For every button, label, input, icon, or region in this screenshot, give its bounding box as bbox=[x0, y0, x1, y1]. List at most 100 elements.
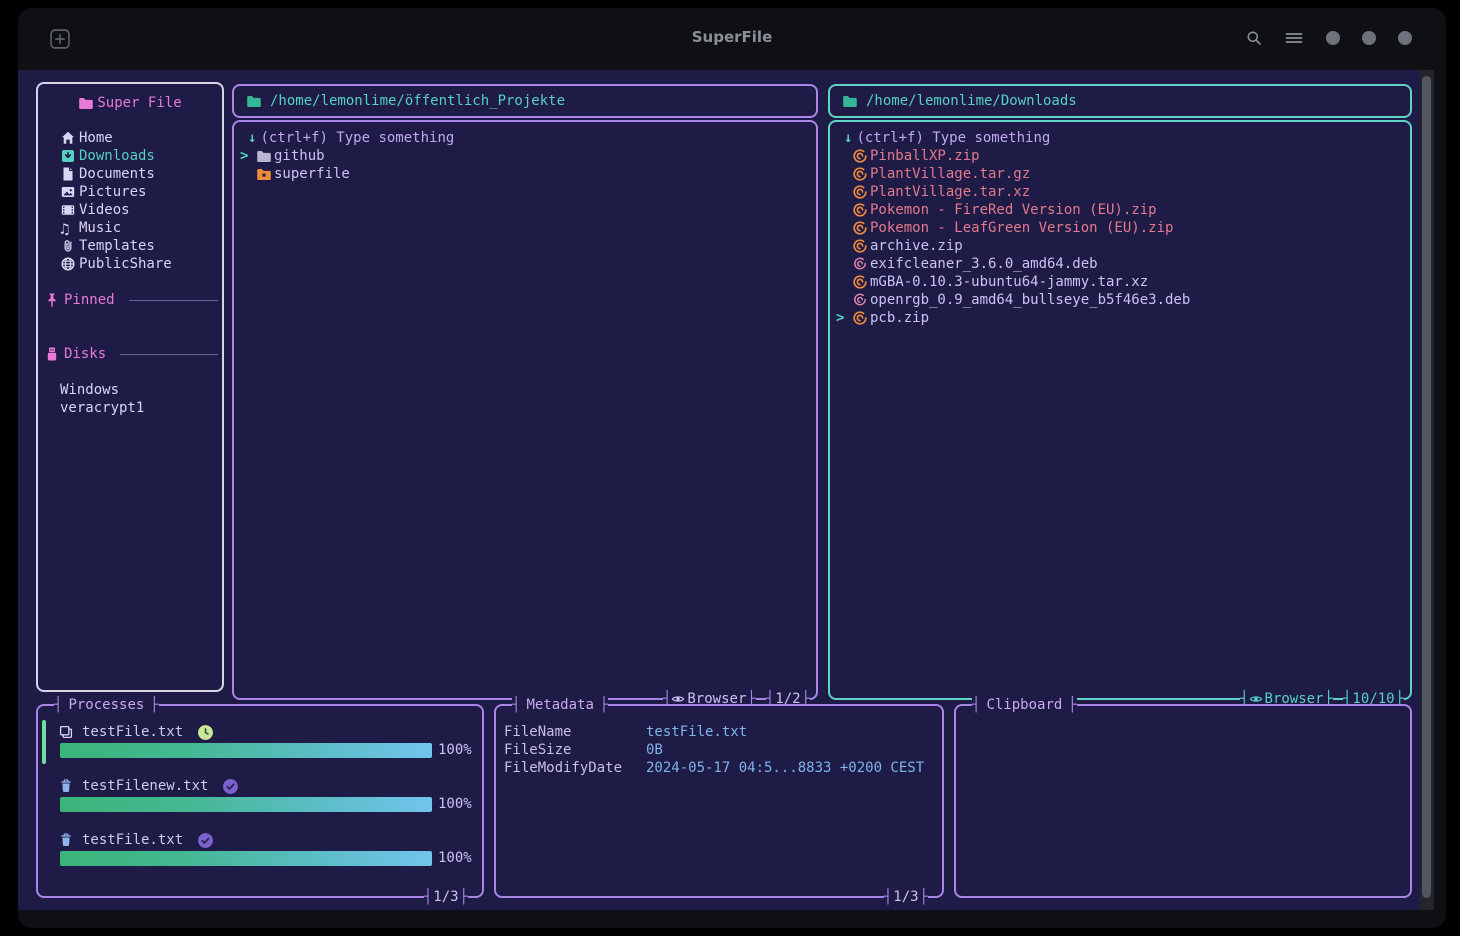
metadata-key: FileModifyDate bbox=[504, 759, 622, 777]
sidebar-item-label: Pictures bbox=[79, 183, 146, 201]
processes-panel[interactable]: Processes testFile.txt 100% testFilenew.… bbox=[36, 704, 484, 898]
file-name: pcb.zip bbox=[870, 309, 929, 327]
downloads-path: /home/lemonlime/Downloads bbox=[866, 93, 1077, 109]
sidebar-item-publicshare[interactable]: PublicShare bbox=[38, 255, 222, 273]
disk-item-veracrypt1[interactable]: veracrypt1 bbox=[38, 399, 222, 417]
progress-percent: 100% bbox=[438, 741, 472, 759]
file-name: github bbox=[274, 147, 325, 165]
sidebar-item-label: Home bbox=[79, 129, 113, 147]
sidebar-item-documents[interactable]: Documents bbox=[38, 165, 222, 183]
sidebar-item-label: Videos bbox=[79, 201, 130, 219]
archive-icon bbox=[852, 220, 868, 236]
deb-icon bbox=[852, 292, 868, 308]
window-control-close[interactable] bbox=[1398, 31, 1412, 45]
file-row[interactable]: PinballXP.zip bbox=[830, 147, 1410, 165]
file-row-selected[interactable]: > pcb.zip bbox=[830, 309, 1410, 327]
search-placeholder: (ctrl+f) Type something bbox=[856, 129, 1050, 147]
file-row[interactable]: openrgb_0.9_amd64_bullseye_b5f46e3.deb bbox=[830, 291, 1410, 309]
sidebar-item-label: Music bbox=[79, 219, 121, 237]
file-name: PlantVillage.tar.gz bbox=[870, 165, 1030, 183]
app-brand: Super File bbox=[38, 94, 222, 112]
sidebar-item-music[interactable]: Music bbox=[38, 219, 222, 237]
file-name: Pokemon - LeafGreen Version (EU).zip bbox=[870, 219, 1173, 237]
downloads-file-panel[interactable]: ↓ (ctrl+f) Type something PinballXP.zip … bbox=[828, 120, 1412, 700]
hamburger-menu-icon bbox=[1284, 30, 1304, 46]
archive-icon bbox=[852, 148, 868, 164]
document-icon bbox=[60, 166, 76, 182]
process-item[interactable]: testFile.txt bbox=[38, 831, 482, 849]
file-name: Pokemon - FireRed Version (EU).zip bbox=[870, 201, 1157, 219]
process-item[interactable]: testFilenew.txt bbox=[38, 777, 482, 795]
process-item[interactable]: testFile.txt bbox=[38, 723, 482, 741]
metadata-panel-title: Metadata bbox=[512, 696, 608, 714]
clipboard-panel[interactable]: Clipboard bbox=[954, 704, 1412, 898]
disks-section-header: Disks bbox=[38, 345, 222, 363]
disk-icon bbox=[44, 346, 60, 362]
teal-folder-icon bbox=[246, 93, 262, 109]
check-icon bbox=[222, 778, 239, 795]
window-control-minimize[interactable] bbox=[1326, 31, 1340, 45]
sidebar-item-videos[interactable]: Videos bbox=[38, 201, 222, 219]
disk-item-windows[interactable]: Windows bbox=[38, 381, 222, 399]
projects-path-bar: /home/lemonlime/öffentlich_Projekte bbox=[232, 84, 818, 118]
downloads-search-bar[interactable]: ↓ (ctrl+f) Type something bbox=[830, 129, 1410, 147]
processes-footer-count: 1/3 bbox=[424, 888, 468, 906]
teal-folder-icon bbox=[842, 93, 858, 109]
sidebar-item-home[interactable]: Home bbox=[38, 129, 222, 147]
progress-bar bbox=[60, 743, 432, 758]
file-name: archive.zip bbox=[870, 237, 963, 255]
disk-label: veracrypt1 bbox=[60, 399, 144, 417]
app-brand-label: Super File bbox=[97, 94, 181, 112]
archive-icon bbox=[852, 274, 868, 290]
disk-label: Windows bbox=[60, 381, 119, 399]
sidebar-item-templates[interactable]: Templates bbox=[38, 237, 222, 255]
projects-search-bar[interactable]: ↓ (ctrl+f) Type something bbox=[234, 129, 816, 147]
home-icon bbox=[60, 130, 76, 146]
sidebar-item-label: PublicShare bbox=[79, 255, 172, 273]
pinned-section-header: Pinned bbox=[38, 291, 222, 309]
trash-icon bbox=[58, 778, 74, 794]
progress-percent: 100% bbox=[438, 849, 472, 867]
border-segment bbox=[756, 698, 766, 700]
file-row[interactable]: PlantVillage.tar.gz bbox=[830, 165, 1410, 183]
file-name: mGBA-0.10.3-ubuntu64-jammy.tar.xz bbox=[870, 273, 1148, 291]
app-window: SuperFile Super File bbox=[18, 8, 1446, 928]
pin-icon bbox=[44, 292, 60, 308]
clipboard-panel-title: Clipboard bbox=[972, 696, 1077, 714]
sidebar-item-label: Templates bbox=[79, 237, 155, 255]
menu-button[interactable] bbox=[1284, 30, 1304, 46]
file-row[interactable]: archive.zip bbox=[830, 237, 1410, 255]
scrollbar-thumb[interactable] bbox=[1422, 76, 1431, 898]
file-row[interactable]: mGBA-0.10.3-ubuntu64-jammy.tar.xz bbox=[830, 273, 1410, 291]
projects-file-panel[interactable]: ↓ (ctrl+f) Type something > github super… bbox=[232, 120, 818, 700]
sidebar-panel[interactable]: Super File Home Downloads Documents Pict… bbox=[36, 82, 224, 692]
metadata-footer-count: 1/3 bbox=[884, 888, 928, 906]
file-row[interactable]: exifcleaner_3.6.0_amd64.deb bbox=[830, 255, 1410, 273]
deb-icon bbox=[852, 256, 868, 272]
metadata-panel[interactable]: Metadata FileName testFile.txt FileSize … bbox=[494, 704, 944, 898]
metadata-value: 2024-05-17 04:5...8833 +0200 CEST bbox=[646, 759, 924, 777]
file-row[interactable]: PlantVillage.tar.xz bbox=[830, 183, 1410, 201]
border-segment bbox=[1333, 698, 1343, 700]
metadata-value: testFile.txt bbox=[646, 723, 747, 741]
file-row[interactable]: Pokemon - LeafGreen Version (EU).zip bbox=[830, 219, 1410, 237]
file-name: exifcleaner_3.6.0_amd64.deb bbox=[870, 255, 1098, 273]
file-row-github[interactable]: > github bbox=[234, 147, 816, 165]
sidebar-item-pictures[interactable]: Pictures bbox=[38, 183, 222, 201]
pinned-section-label: Pinned bbox=[64, 291, 115, 309]
file-name: PinballXP.zip bbox=[870, 147, 980, 165]
clock-icon bbox=[197, 724, 214, 741]
file-row[interactable]: Pokemon - FireRed Version (EU).zip bbox=[830, 201, 1410, 219]
archive-icon bbox=[852, 184, 868, 200]
process-name: testFile.txt bbox=[82, 831, 183, 849]
selection-cursor: > bbox=[240, 147, 252, 165]
metadata-key: FileSize bbox=[504, 741, 571, 759]
file-name: openrgb_0.9_amd64_bullseye_b5f46e3.deb bbox=[870, 291, 1190, 309]
sidebar-item-downloads[interactable]: Downloads bbox=[38, 147, 222, 165]
search-button[interactable] bbox=[1246, 30, 1262, 46]
file-row-superfile[interactable]: superfile bbox=[234, 165, 816, 183]
globe-icon bbox=[60, 256, 76, 272]
process-name: testFile.txt bbox=[82, 723, 183, 741]
folder-star-icon bbox=[256, 166, 272, 182]
window-control-maximize[interactable] bbox=[1362, 31, 1376, 45]
